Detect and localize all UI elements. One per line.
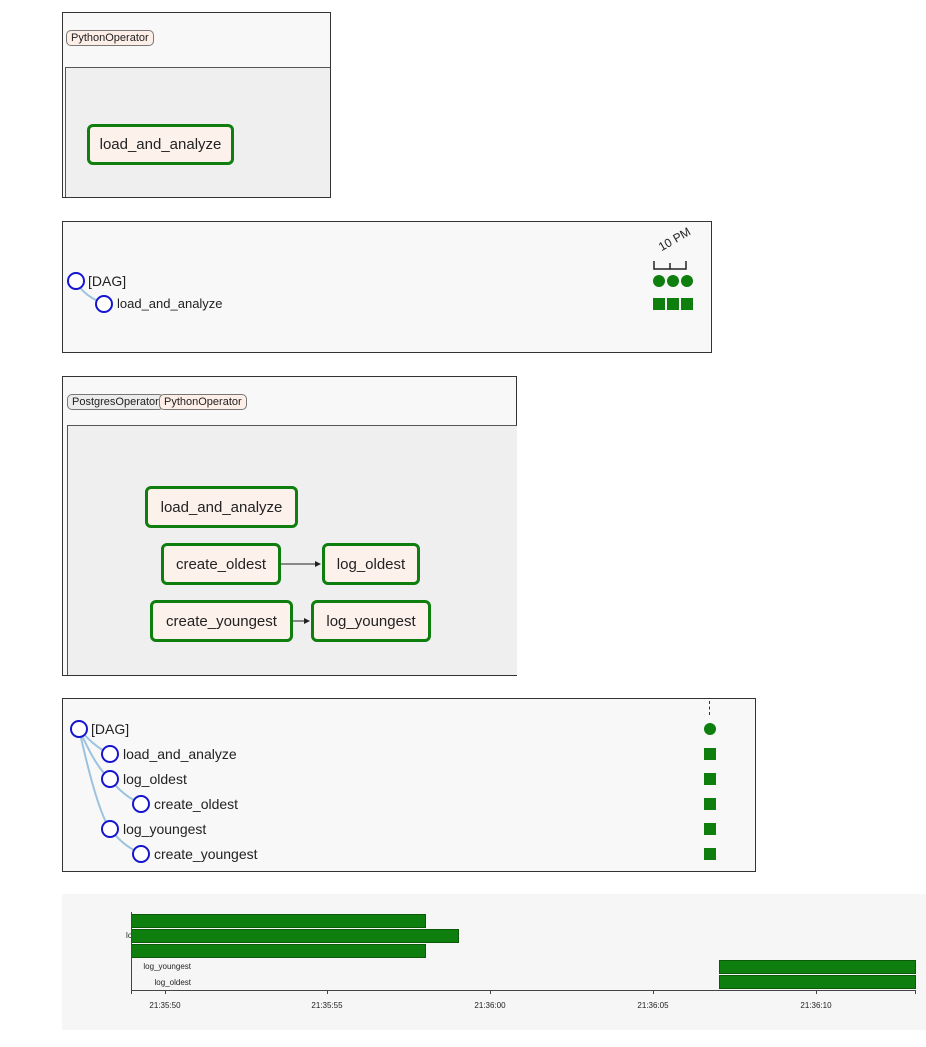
task-node-icon[interactable] bbox=[132, 845, 150, 863]
tree-label-dag: [DAG] bbox=[88, 273, 127, 289]
gantt-tick-label: 21:36:00 bbox=[474, 1001, 506, 1010]
task-node-log-youngest[interactable]: log_youngest bbox=[311, 600, 431, 642]
gantt-tick-mark bbox=[653, 990, 654, 994]
gantt-bar-create-youngest[interactable] bbox=[131, 914, 426, 928]
task-node-log-oldest[interactable]: log_oldest bbox=[322, 543, 420, 585]
task-instance-status-icon[interactable] bbox=[704, 773, 716, 785]
task-instance-status-icon[interactable] bbox=[704, 823, 716, 835]
graph-canvas[interactable]: load_and_analyze bbox=[65, 67, 330, 197]
task-instance-status-icon[interactable] bbox=[704, 798, 716, 810]
gantt-tick-label: 21:36:05 bbox=[637, 1001, 669, 1010]
tree-view-panel-1: [DAG] load_and_analyze 10 PM bbox=[62, 221, 712, 353]
tree-label-log-youngest: log_youngest bbox=[123, 821, 207, 837]
task-node-create-youngest[interactable]: create_youngest bbox=[150, 600, 293, 642]
gantt-bar-log-youngest[interactable] bbox=[719, 960, 916, 974]
gantt-tick-mark bbox=[490, 990, 491, 994]
time-axis-label: 10 PM bbox=[656, 224, 694, 254]
dag-run-status-icon[interactable] bbox=[704, 723, 716, 735]
dag-run-status-icon[interactable] bbox=[681, 275, 693, 287]
tree-connector-lines bbox=[75, 280, 105, 304]
tree-label-dag: [DAG] bbox=[91, 721, 130, 737]
gantt-chart: create_youngest load_and_analyze create_… bbox=[62, 894, 926, 1030]
dependency-edges bbox=[281, 561, 321, 624]
gantt-tick-label: 21:35:50 bbox=[149, 1001, 181, 1010]
gantt-row-label-log-oldest: log_oldest bbox=[154, 978, 191, 987]
task-instance-status-icon[interactable] bbox=[653, 298, 665, 310]
task-instance-status-icon[interactable] bbox=[704, 848, 716, 860]
dag-run-status-icon[interactable] bbox=[653, 275, 665, 287]
tree-label-create-oldest: create_oldest bbox=[154, 796, 239, 812]
gantt-x-axis bbox=[131, 990, 916, 991]
dag-node-icon[interactable] bbox=[67, 272, 85, 290]
tree-label-load-and-analyze: load_and_analyze bbox=[117, 296, 223, 311]
gantt-tick-mark bbox=[165, 990, 166, 994]
gantt-tick-label: 21:36:10 bbox=[800, 1001, 832, 1010]
task-node-create-oldest[interactable]: create_oldest bbox=[161, 543, 281, 585]
gantt-row-label-log-youngest: log_youngest bbox=[143, 962, 191, 971]
legend-python-operator[interactable]: PythonOperator bbox=[66, 30, 154, 46]
gantt-y-axis bbox=[131, 912, 132, 994]
task-node-load-and-analyze[interactable]: load_and_analyze bbox=[145, 486, 298, 528]
tree-view-panel-2: [DAG] load_and_analyze log_oldest create… bbox=[62, 698, 756, 872]
gantt-bar-create-oldest[interactable] bbox=[131, 944, 426, 958]
task-node-icon[interactable] bbox=[101, 770, 119, 788]
legend-postgres-operator[interactable]: PostgresOperator bbox=[67, 394, 164, 410]
legend-python-operator[interactable]: PythonOperator bbox=[159, 394, 247, 410]
task-instance-status-icon[interactable] bbox=[704, 748, 716, 760]
time-axis-bracket bbox=[653, 261, 687, 270]
graph-view-panel-2: PostgresOperator PythonOperator load_and… bbox=[62, 376, 517, 676]
gantt-tick-label: 21:35:55 bbox=[311, 1001, 343, 1010]
tree-label-create-youngest: create_youngest bbox=[154, 846, 258, 862]
task-node-icon[interactable] bbox=[101, 745, 119, 763]
task-node-icon[interactable] bbox=[95, 295, 113, 313]
tree-label-log-oldest: log_oldest bbox=[123, 771, 187, 787]
gantt-bar-log-oldest[interactable] bbox=[719, 975, 916, 989]
dag-node-icon[interactable] bbox=[70, 720, 88, 738]
gantt-tick-mark bbox=[816, 990, 817, 994]
task-node-load-and-analyze[interactable]: load_and_analyze bbox=[87, 124, 234, 165]
gantt-axis-end-tick bbox=[915, 990, 916, 994]
tree-label-load-and-analyze: load_and_analyze bbox=[123, 746, 237, 762]
dag-run-status-icon[interactable] bbox=[667, 275, 679, 287]
task-node-icon[interactable] bbox=[132, 795, 150, 813]
graph-canvas[interactable]: load_and_analyze create_oldest log_oldes… bbox=[67, 425, 517, 675]
graph-view-panel-1: PythonOperator load_and_analyze bbox=[62, 12, 331, 198]
task-instance-status-icon[interactable] bbox=[681, 298, 693, 310]
time-axis-tick bbox=[709, 701, 711, 715]
gantt-tick-mark bbox=[327, 990, 328, 994]
task-instance-status-icon[interactable] bbox=[667, 298, 679, 310]
gantt-bar-load-and-analyze[interactable] bbox=[131, 929, 459, 943]
task-node-icon[interactable] bbox=[101, 820, 119, 838]
